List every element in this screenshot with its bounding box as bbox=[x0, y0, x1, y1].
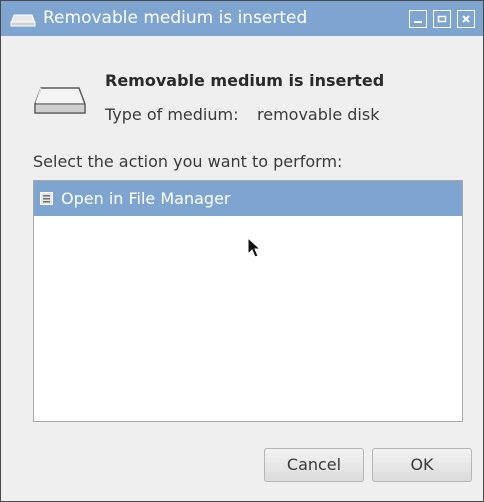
maximize-icon bbox=[437, 15, 447, 23]
ok-button[interactable]: OK bbox=[372, 448, 472, 482]
medium-type-label: Type of medium: bbox=[105, 105, 239, 124]
file-manager-icon bbox=[40, 192, 53, 205]
removable-drive-icon bbox=[34, 87, 86, 114]
action-prompt: Select the action you want to perform: bbox=[33, 152, 343, 171]
close-icon bbox=[462, 15, 470, 23]
minimize-icon bbox=[414, 21, 422, 23]
close-button[interactable] bbox=[457, 10, 475, 28]
dialog-heading: Removable medium is inserted bbox=[105, 71, 385, 90]
cancel-button[interactable]: Cancel bbox=[264, 448, 364, 482]
drive-icon bbox=[10, 12, 36, 27]
title-bar[interactable]: Removable medium is inserted bbox=[1, 1, 483, 36]
minimize-button[interactable] bbox=[409, 10, 427, 28]
mouse-cursor-icon bbox=[247, 237, 262, 258]
medium-type-value: removable disk bbox=[257, 105, 380, 124]
list-item-open-in-file-manager[interactable]: Open in File Manager bbox=[34, 181, 462, 216]
dialog-window: Removable medium is inserted Removable m… bbox=[0, 0, 484, 502]
list-item-label: Open in File Manager bbox=[61, 189, 231, 208]
action-list[interactable]: Open in File Manager bbox=[33, 180, 463, 422]
maximize-button[interactable] bbox=[433, 10, 451, 28]
window-title: Removable medium is inserted bbox=[43, 8, 308, 28]
